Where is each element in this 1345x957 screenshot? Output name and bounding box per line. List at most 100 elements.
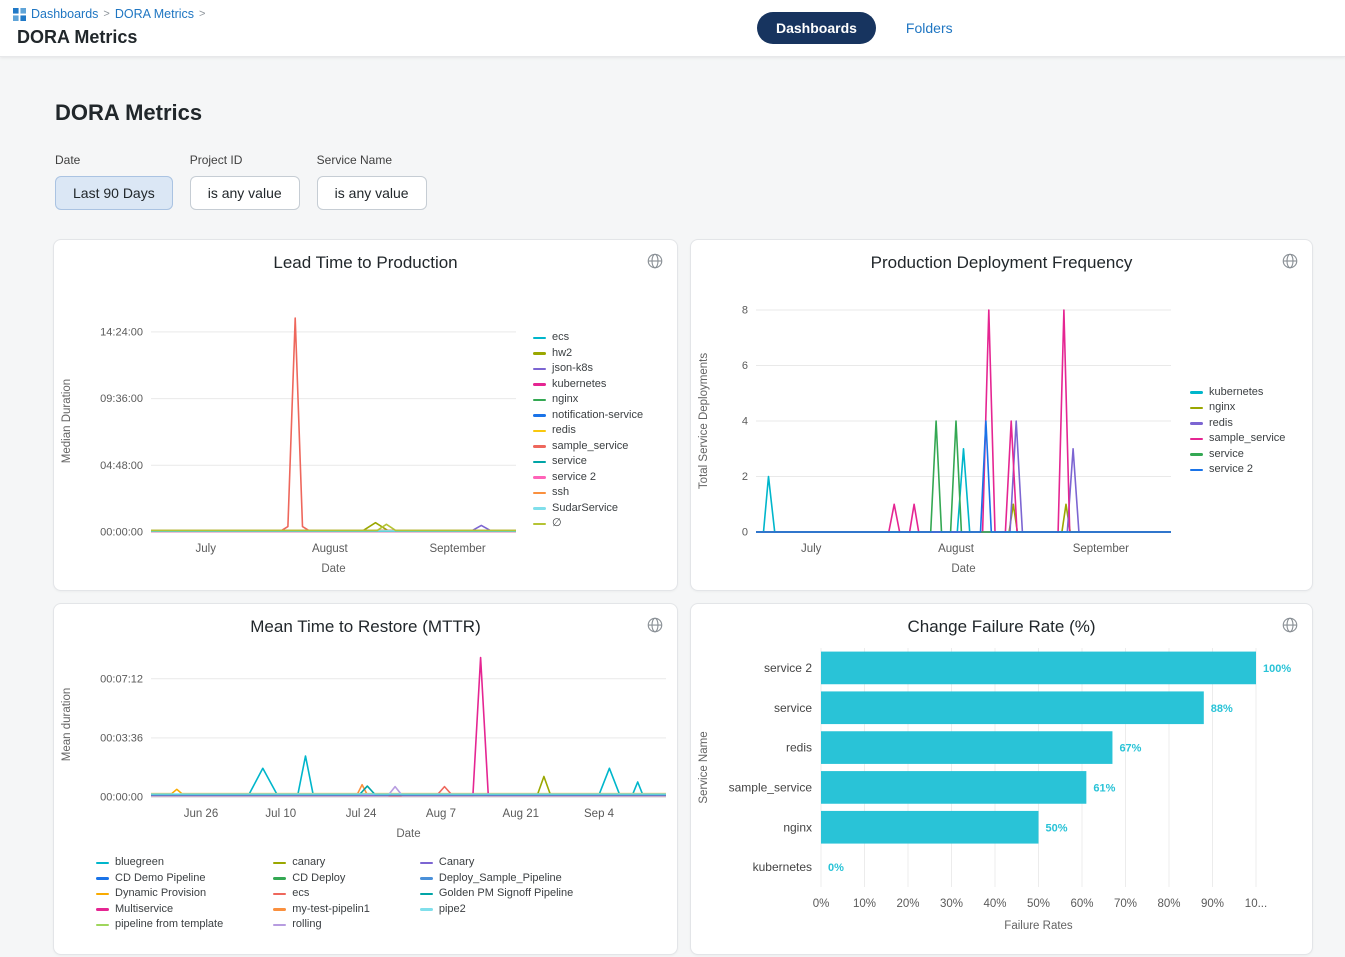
- series-line-canary[interactable]: [151, 777, 666, 796]
- breadcrumb-link-dashboards[interactable]: Dashboards: [31, 7, 98, 21]
- legend-item[interactable]: sample_service: [533, 439, 643, 455]
- series-line-hw2[interactable]: [151, 523, 516, 531]
- breadcrumb-link-dora-metrics[interactable]: DORA Metrics: [115, 7, 194, 21]
- legend-item[interactable]: pipeline from template: [96, 917, 223, 933]
- legend-label: Golden PM Signoff Pipeline: [439, 886, 573, 902]
- filter-project-id-value-button[interactable]: is any value: [190, 176, 300, 210]
- series-line-Multiservice[interactable]: [151, 658, 666, 796]
- x-tick-label: 90%: [1201, 898, 1224, 910]
- tile-deployment-frequency: Production Deployment Frequency 02468Jul…: [690, 239, 1313, 591]
- legend-swatch: [533, 352, 546, 355]
- tab-dashboards[interactable]: Dashboards: [757, 12, 876, 44]
- series-line-Dynamic Provision[interactable]: [151, 789, 666, 793]
- legend-item[interactable]: kubernetes: [1190, 385, 1285, 401]
- legend-item[interactable]: hw2: [533, 346, 643, 362]
- x-tick-label: Aug 7: [426, 808, 456, 820]
- globe-icon[interactable]: [646, 252, 664, 270]
- legend-item[interactable]: service: [533, 454, 643, 470]
- globe-icon[interactable]: [646, 616, 664, 634]
- x-tick-label: 60%: [1070, 898, 1093, 910]
- series-line-bluegreen[interactable]: [151, 756, 666, 795]
- legend-item[interactable]: nginx: [533, 392, 643, 408]
- filter-service-name-value-button[interactable]: is any value: [317, 176, 427, 210]
- legend-swatch: [1190, 422, 1203, 425]
- legend-item[interactable]: ssh: [533, 485, 643, 501]
- legend-swatch: [533, 414, 546, 417]
- chart-area: 02468JulyAugustSeptemberDateTotal Servic…: [691, 276, 1312, 586]
- legend-item[interactable]: kubernetes: [533, 377, 643, 393]
- legend-item[interactable]: my-test-pipelin1: [273, 902, 370, 918]
- y-tick-label: 8: [742, 305, 748, 317]
- bar-nginx[interactable]: [821, 811, 1039, 844]
- bar-service 2[interactable]: [821, 652, 1256, 685]
- chart-area: 0%10%20%30%40%50%60%70%80%90%10...servic…: [691, 640, 1312, 942]
- legend-item[interactable]: pipe2: [420, 902, 573, 918]
- series-line-kubernetes[interactable]: [756, 449, 1171, 532]
- series-line-∅[interactable]: [151, 524, 516, 530]
- legend-label: ∅: [552, 516, 562, 532]
- series-line-nginx[interactable]: [756, 504, 1171, 532]
- legend-label: canary: [292, 855, 325, 871]
- legend-item[interactable]: redis: [1190, 416, 1285, 432]
- y-tick-label: 09:36:00: [100, 393, 143, 405]
- legend-label: ecs: [552, 330, 569, 346]
- legend-item[interactable]: Dynamic Provision: [96, 886, 223, 902]
- legend-item[interactable]: bluegreen: [96, 855, 223, 871]
- legend-item[interactable]: canary: [273, 855, 370, 871]
- legend-label: CD Deploy: [292, 871, 345, 887]
- bar-redis[interactable]: [821, 731, 1112, 764]
- legend-item[interactable]: CD Deploy: [273, 871, 370, 887]
- legend-item[interactable]: ∅: [533, 516, 643, 532]
- x-tick-label: 20%: [896, 898, 919, 910]
- legend-item[interactable]: redis: [533, 423, 643, 439]
- tab-folders[interactable]: Folders: [904, 14, 955, 42]
- legend-item[interactable]: sample_service: [1190, 431, 1285, 447]
- globe-icon[interactable]: [1281, 616, 1299, 634]
- legend-item[interactable]: json-k8s: [533, 361, 643, 377]
- legend-swatch: [96, 862, 109, 865]
- legend-swatch: [96, 908, 109, 911]
- legend-item[interactable]: Canary: [420, 855, 573, 871]
- x-tick-label: July: [801, 543, 822, 555]
- breadcrumb: Dashboards > DORA Metrics >: [13, 7, 205, 21]
- legend-label: kubernetes: [552, 377, 606, 393]
- legend-swatch: [273, 908, 286, 911]
- x-tick-label: 40%: [983, 898, 1006, 910]
- window-title: DORA Metrics: [17, 27, 137, 48]
- tile-header: Change Failure Rate (%): [691, 604, 1312, 640]
- filter-project-id-label: Project ID: [190, 153, 300, 167]
- legend-label: service: [552, 454, 587, 470]
- legend-item[interactable]: Multiservice: [96, 902, 223, 918]
- legend-item[interactable]: service: [1190, 447, 1285, 463]
- legend-item[interactable]: Deploy_Sample_Pipeline: [420, 871, 573, 887]
- legend-item[interactable]: notification-service: [533, 408, 643, 424]
- legend-item[interactable]: nginx: [1190, 400, 1285, 416]
- x-tick-label: 70%: [1114, 898, 1137, 910]
- legend-swatch: [273, 862, 286, 865]
- bar-sample_service[interactable]: [821, 771, 1086, 804]
- filter-date-value-button[interactable]: Last 90 Days: [55, 176, 173, 210]
- legend-item[interactable]: service 2: [1190, 462, 1285, 478]
- y-tick-label: 00:00:00: [100, 792, 143, 804]
- tile-lead-time: Lead Time to Production 00:00:0004:48:00…: [53, 239, 678, 591]
- legend-item[interactable]: SudarService: [533, 501, 643, 517]
- bar-value-label: 50%: [1046, 822, 1068, 834]
- x-tick-label: 10...: [1245, 898, 1267, 910]
- bar-value-label: 61%: [1093, 782, 1115, 794]
- legend-swatch: [1190, 438, 1203, 441]
- legend-item[interactable]: rolling: [273, 917, 370, 933]
- legend-item[interactable]: Golden PM Signoff Pipeline: [420, 886, 573, 902]
- category-label: service: [774, 701, 812, 715]
- y-tick-label: 04:48:00: [100, 460, 143, 472]
- legend-swatch: [96, 893, 109, 896]
- legend-item[interactable]: service 2: [533, 470, 643, 486]
- y-axis-title: Total Service Deployments: [698, 353, 710, 489]
- legend-label: service: [1209, 447, 1244, 463]
- legend-item[interactable]: ecs: [273, 886, 370, 902]
- bar-service[interactable]: [821, 691, 1204, 724]
- legend-item[interactable]: ecs: [533, 330, 643, 346]
- legend-swatch: [533, 461, 546, 464]
- series-line-sample_service[interactable]: [151, 318, 516, 531]
- legend-item[interactable]: CD Demo Pipeline: [96, 871, 223, 887]
- globe-icon[interactable]: [1281, 252, 1299, 270]
